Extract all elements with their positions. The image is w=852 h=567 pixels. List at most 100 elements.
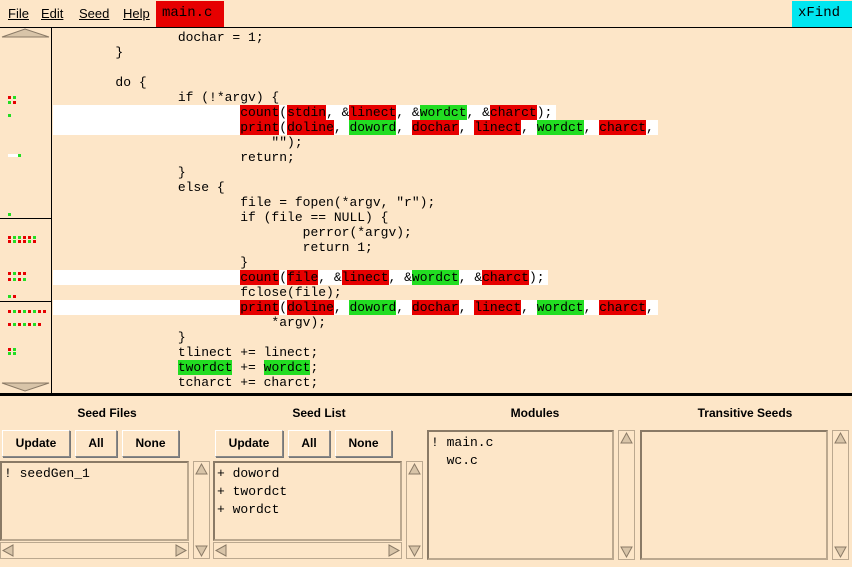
code-line[interactable]: } — [53, 330, 186, 345]
code-text: , — [521, 300, 537, 315]
active-file-tab[interactable]: main.c — [156, 1, 224, 27]
list-item[interactable]: + twordct — [217, 483, 400, 501]
scroll-up-icon[interactable] — [407, 462, 422, 477]
code-line[interactable]: print(doline, doword, dochar, linect, wo… — [53, 120, 654, 135]
code-view[interactable]: dochar = 1; } do { if (!*argv) { count(s… — [53, 28, 852, 394]
pane-divider[interactable] — [0, 393, 852, 396]
modules-vscrollbar[interactable] — [618, 430, 635, 560]
scroll-down-icon[interactable] — [833, 544, 848, 559]
code-line[interactable]: ""); — [53, 135, 302, 150]
seed-files-update-button[interactable]: Update — [2, 430, 70, 457]
highlighted-token[interactable]: linect — [474, 300, 522, 315]
seed-files-list[interactable]: ! seedGen_1 — [0, 461, 189, 541]
menu-help[interactable]: Help — [123, 6, 150, 21]
highlighted-token[interactable]: doline — [287, 300, 334, 315]
code-line[interactable]: return 1; — [53, 240, 373, 255]
code-line[interactable]: count(stdin, &linect, &wordct, &charct); — [53, 105, 552, 120]
code-line[interactable]: return; — [53, 150, 295, 165]
highlighted-token[interactable]: wordct — [411, 270, 459, 285]
seed-list-update-button[interactable]: Update — [215, 430, 283, 457]
list-item[interactable]: + wordct — [217, 501, 400, 519]
list-item[interactable]: + doword — [217, 465, 400, 483]
transitive-seeds-vscrollbar[interactable] — [832, 430, 849, 560]
highlighted-token[interactable]: print — [240, 120, 280, 135]
xfind-button[interactable]: xFind — [792, 1, 852, 27]
seed-list-hscrollbar[interactable] — [213, 542, 402, 559]
code-line[interactable]: } — [53, 165, 186, 180]
highlighted-token[interactable]: linect — [474, 120, 522, 135]
code-line[interactable]: if (file == NULL) { — [53, 210, 388, 225]
seed-files-hscrollbar[interactable] — [0, 542, 189, 559]
highlighted-token[interactable]: stdin — [287, 105, 327, 120]
transitive-seeds-list[interactable] — [640, 430, 828, 560]
code-line[interactable]: tcharct += charct; — [53, 375, 318, 390]
highlighted-token[interactable]: wordct — [263, 360, 311, 375]
code-line[interactable]: twordct += wordct; — [53, 360, 318, 375]
code-line[interactable]: do { — [53, 75, 146, 90]
overview-mark — [8, 240, 11, 243]
code-line[interactable]: file = fopen(*argv, "r"); — [53, 195, 435, 210]
seed-files-none-button[interactable]: None — [122, 430, 179, 457]
seed-list-all-button[interactable]: All — [288, 430, 330, 457]
highlighted-token[interactable]: print — [240, 300, 280, 315]
code-line[interactable]: *argv); — [53, 315, 326, 330]
highlighted-token[interactable]: linect — [341, 270, 389, 285]
seed-list-none-button[interactable]: None — [335, 430, 392, 457]
overview-mark — [18, 278, 21, 281]
code-line[interactable]: else { — [53, 180, 225, 195]
seed-list-list[interactable]: + doword + twordct + wordct — [213, 461, 402, 541]
scroll-right-icon[interactable] — [173, 543, 188, 558]
highlighted-token[interactable]: doword — [349, 300, 397, 315]
code-line[interactable]: if (!*argv) { — [53, 90, 279, 105]
code-line[interactable]: } — [53, 255, 248, 270]
code-line[interactable]: count(file, &linect, &wordct, &charct); — [53, 270, 545, 285]
highlighted-token[interactable]: twordct — [177, 360, 233, 375]
code-text: fclose(file); — [53, 285, 342, 300]
highlighted-token[interactable]: doline — [287, 120, 334, 135]
overview-scroll-down-icon[interactable] — [0, 382, 51, 392]
code-line[interactable]: } — [53, 45, 123, 60]
highlighted-token[interactable]: charct — [482, 270, 529, 285]
code-line[interactable]: print(doline, doword, dochar, linect, wo… — [53, 300, 654, 315]
highlighted-token[interactable]: wordct — [419, 105, 467, 120]
seed-files-all-button[interactable]: All — [75, 430, 117, 457]
menu-seed[interactable]: Seed — [79, 6, 109, 21]
code-line[interactable]: dochar = 1; — [53, 30, 264, 45]
list-item[interactable]: wc.c — [431, 452, 612, 470]
highlighted-token[interactable]: wordct — [536, 120, 584, 135]
highlighted-token[interactable]: dochar — [411, 300, 459, 315]
overview-scroll-up-icon[interactable] — [0, 28, 51, 38]
scroll-up-icon[interactable] — [194, 462, 209, 477]
highlighted-token[interactable]: charct — [599, 300, 646, 315]
seed-list-vscrollbar[interactable] — [406, 461, 423, 559]
list-item[interactable]: ! main.c — [431, 434, 612, 452]
seed-files-vscrollbar[interactable] — [193, 461, 210, 559]
scroll-right-icon[interactable] — [386, 543, 401, 558]
scroll-down-icon[interactable] — [619, 544, 634, 559]
highlighted-token[interactable]: count — [240, 105, 280, 120]
highlighted-token[interactable]: doword — [349, 120, 397, 135]
code-overview-strip[interactable] — [0, 28, 52, 394]
overview-viewport-box[interactable] — [0, 218, 51, 302]
highlighted-token[interactable]: dochar — [411, 120, 459, 135]
scroll-down-icon[interactable] — [407, 543, 422, 558]
highlighted-token[interactable]: charct — [489, 105, 537, 120]
highlighted-token[interactable]: linect — [349, 105, 397, 120]
highlighted-token[interactable]: count — [240, 270, 280, 285]
highlighted-token[interactable]: charct — [599, 120, 646, 135]
modules-list[interactable]: ! main.c wc.c — [427, 430, 614, 560]
scroll-left-icon[interactable] — [214, 543, 229, 558]
highlighted-token[interactable]: wordct — [536, 300, 584, 315]
highlighted-token[interactable]: file — [287, 270, 319, 285]
code-line[interactable]: tlinect += linect; — [53, 345, 318, 360]
scroll-left-icon[interactable] — [1, 543, 16, 558]
scroll-up-icon[interactable] — [619, 431, 634, 446]
scroll-down-icon[interactable] — [194, 543, 209, 558]
menu-edit[interactable]: Edit — [41, 6, 63, 21]
code-line[interactable]: fclose(file); — [53, 285, 342, 300]
list-item[interactable]: ! seedGen_1 — [4, 465, 187, 483]
code-line[interactable]: perror(*argv); — [53, 225, 412, 240]
code-text: dochar = 1; — [53, 30, 264, 45]
scroll-up-icon[interactable] — [833, 431, 848, 446]
menu-file[interactable]: File — [8, 6, 29, 21]
